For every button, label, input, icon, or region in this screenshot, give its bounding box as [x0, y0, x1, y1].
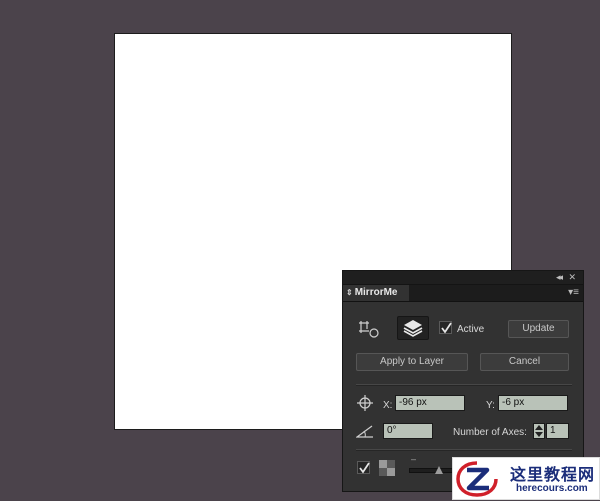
axes-stepper[interactable] — [533, 423, 545, 439]
panel-title-bar: ◂◂ ✕ — [343, 271, 583, 285]
z-logo-icon — [455, 460, 499, 498]
apply-to-layer-button[interactable]: Apply to Layer — [356, 353, 468, 371]
opacity-slider-thumb[interactable] — [435, 465, 443, 474]
watermark-url-text: herecours.com — [516, 483, 588, 494]
checkmark-icon — [441, 322, 452, 334]
y-input[interactable]: -6 px — [498, 395, 568, 411]
active-checkbox[interactable] — [439, 321, 452, 334]
divider — [356, 384, 572, 386]
tab-reorder-icon: ⇕ — [346, 288, 353, 297]
stepper-arrows-icon — [535, 425, 543, 437]
x-input[interactable]: -96 px — [395, 395, 465, 411]
cancel-button[interactable]: Cancel — [480, 353, 569, 371]
angle-input[interactable]: 0° — [383, 423, 433, 439]
watermark-logo: 这里教程网 herecours.com — [452, 457, 600, 500]
crosshair-icon — [357, 395, 373, 411]
active-label: Active — [457, 324, 485, 335]
transform-icon[interactable] — [356, 319, 380, 339]
checkmark-icon — [359, 462, 370, 474]
panel-tab-bar: ⇕ MirrorMe ▾≡ — [343, 285, 583, 302]
watermark-chinese-text: 这里教程网 — [510, 465, 596, 484]
preview-checkbox[interactable] — [357, 461, 370, 474]
x-label: X: — [383, 400, 393, 411]
collapse-panel-button[interactable]: ◂◂ — [556, 272, 563, 283]
divider — [356, 449, 572, 451]
swatch-icon[interactable] — [378, 459, 396, 477]
slider-min-indicator: – — [411, 454, 417, 464]
angle-icon — [355, 425, 374, 438]
panel-menu-button[interactable]: ▾≡ — [568, 287, 579, 298]
tab-mirrorme[interactable]: ⇕ MirrorMe — [343, 285, 409, 301]
close-panel-button[interactable]: ✕ — [568, 272, 576, 283]
axes-label: Number of Axes: — [453, 427, 527, 438]
update-button[interactable]: Update — [508, 320, 569, 338]
number-of-axes-input[interactable]: 1 — [546, 423, 569, 439]
tab-title: MirrorMe — [354, 287, 398, 298]
layers-button[interactable] — [397, 316, 429, 340]
y-label: Y: — [486, 400, 495, 411]
layers-icon — [403, 320, 423, 337]
